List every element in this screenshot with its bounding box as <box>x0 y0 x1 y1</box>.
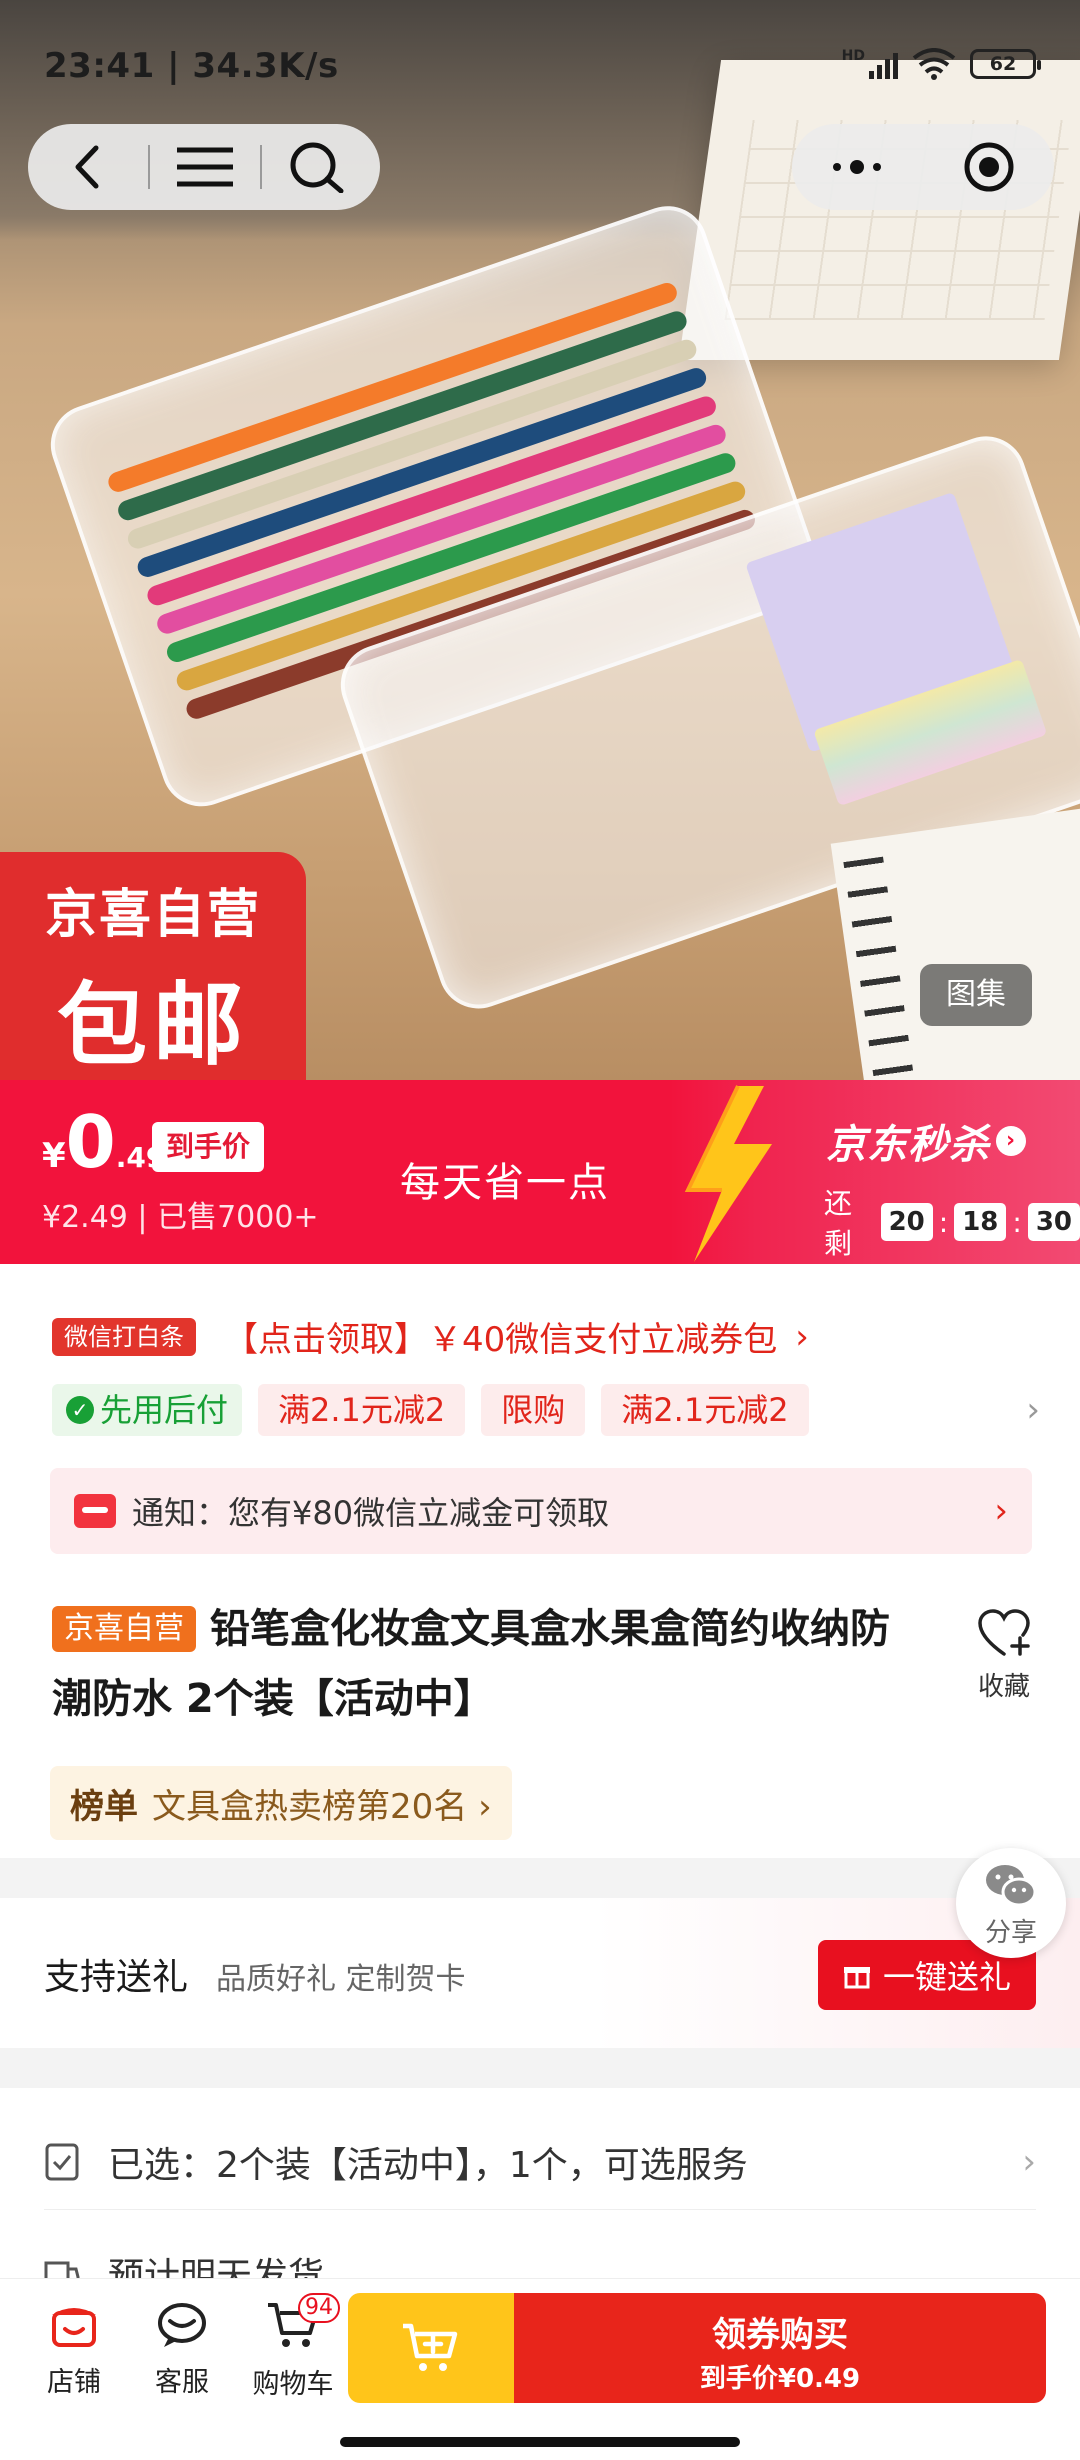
notice-bar[interactable]: 通知：您有¥80微信立减金可领取 › <box>50 1468 1032 1554</box>
nav-pill-left <box>28 124 380 210</box>
back-button[interactable] <box>28 124 148 210</box>
add-cart-icon <box>403 2323 458 2371</box>
signal-icon <box>869 49 898 79</box>
tab-shop-label: 店铺 <box>47 2367 101 2398</box>
favorite-label: 收藏 <box>977 1672 1030 1702</box>
product-info-card: 微信打白条 【点击领取】￥40微信支付立减券包 › ✓ 先用后付 满2.1元减2… <box>0 1264 1080 1858</box>
countdown-minutes: 18 <box>954 1203 1007 1241</box>
buy-now-button[interactable]: 领券购买 到手价¥0.49 <box>514 2293 1046 2403</box>
target-icon <box>964 142 1014 192</box>
tab-cart-label: 购物车 <box>252 2369 334 2400</box>
selected-spec-text: 已选：2个装【活动中】，1个，可选服务 <box>108 2144 748 2186</box>
hero-badge-line1: 京喜自营 <box>44 885 261 945</box>
chevron-right-icon: › <box>1022 2141 1036 2182</box>
gift-subtitle: 品质好礼 定制贺卡 <box>216 1962 466 1997</box>
spec-icon <box>45 2143 79 2180</box>
buy-subtitle: 到手价¥0.49 <box>699 2364 861 2394</box>
countdown-seconds: 30 <box>1027 1203 1080 1241</box>
heart-icon <box>978 1609 1030 1656</box>
purchase-buttons: 领券购买 到手价¥0.49 <box>348 2293 1046 2403</box>
add-to-cart-button[interactable] <box>348 2293 514 2403</box>
more-button[interactable] <box>792 124 922 210</box>
sale-price: ¥ 0 .49 <box>42 1100 166 1184</box>
flash-sale-banner[interactable]: ¥ 0 .49 到手价 ¥2.49 | 已售7000+ 每天省一点 京东秒杀 ›… <box>0 1080 1080 1264</box>
seckill-title[interactable]: 京东秒杀 › <box>826 1112 1026 1170</box>
coupon-text: 【点击领取】￥40微信支付立减券包 <box>224 1320 778 1360</box>
battery-icon: 62 <box>970 49 1041 79</box>
notice-text: 通知：您有¥80微信立减金可领取 <box>132 1494 610 1532</box>
countdown-hours: 20 <box>880 1203 933 1241</box>
search-button[interactable] <box>262 124 372 210</box>
tab-shop[interactable]: 店铺 <box>24 2301 124 2399</box>
hero-brand-badge: 京喜自营 包邮 <box>0 852 306 1082</box>
hero-badge-line2: 包邮 <box>57 973 249 1078</box>
close-miniapp-button[interactable] <box>924 124 1054 210</box>
product-page: 京喜自营 包邮 图集 23:41 | 34.3K/s HD 62 ¥ 0 .49… <box>0 0 1080 2460</box>
promo-chips[interactable]: ✓ 先用后付 满2.1元减2 限购 满2.1元减2 › <box>52 1384 1040 1436</box>
search-icon <box>290 142 344 193</box>
selected-spec-row[interactable]: 已选：2个装【活动中】，1个，可选服务 › <box>44 2114 1036 2210</box>
product-title: 京喜自营 铅笔盒化妆盒文具盒水果盒简约收纳防潮防水 2个装【活动中】 <box>52 1594 892 1734</box>
ranking-badge[interactable]: 榜单 文具盒热卖榜第20名 › <box>50 1766 512 1840</box>
chevron-right-icon: › <box>994 1491 1008 1531</box>
status-bar: 23:41 | 34.3K/s HD 62 <box>0 0 1080 135</box>
gallery-button[interactable]: 图集 <box>920 964 1032 1026</box>
share-label: 分享 <box>984 1918 1037 1948</box>
favorite-button[interactable]: 收藏 <box>964 1608 1044 1703</box>
tab-customer-service[interactable]: 客服 <box>132 2301 232 2399</box>
buy-title: 领券购买 <box>712 2315 848 2355</box>
chip-pay-later[interactable]: ✓ 先用后付 <box>52 1384 243 1436</box>
sale-slogan: 每天省一点 <box>400 1160 610 1206</box>
chevron-right-icon: › <box>996 1126 1026 1156</box>
wifi-icon <box>912 48 956 80</box>
hero-notebook-decor <box>830 799 1080 1082</box>
back-icon <box>75 145 99 189</box>
coupon-row[interactable]: 微信打白条 【点击领取】￥40微信支付立减券包 › <box>52 1312 809 1361</box>
customer-service-icon <box>158 2303 206 2347</box>
tab-customer-service-label: 客服 <box>155 2367 209 2398</box>
chip-discount[interactable]: 满2.1元减2 <box>258 1384 466 1436</box>
self-operated-badge: 京喜自营 <box>52 1606 196 1652</box>
chevron-right-icon[interactable]: › <box>1026 1390 1040 1430</box>
nav-pill-right <box>792 124 1054 210</box>
hd-label: HD <box>841 48 865 64</box>
status-icons: HD 62 <box>841 48 1041 80</box>
chip-limit[interactable]: 限购 <box>481 1384 586 1436</box>
wallet-icon <box>74 1494 116 1528</box>
bottom-action-bar: 店铺 客服 94 购物车 领券购买 到手价¥0.49 <box>0 2278 1080 2460</box>
lightning-icon <box>684 1085 772 1262</box>
gift-row: 支持送礼 品质好礼 定制贺卡 一键送礼 <box>0 1898 1080 2048</box>
home-indicator[interactable] <box>340 2437 740 2447</box>
shop-icon <box>52 2308 96 2347</box>
menu-icon <box>177 147 233 187</box>
ranking-text: 文具盒热卖榜第20名 › <box>152 1786 492 1827</box>
chevron-right-icon: › <box>795 1316 809 1357</box>
share-button[interactable]: 分享 <box>956 1848 1066 1958</box>
ranking-label: 榜单 <box>70 1786 138 1827</box>
cart-count-badge: 94 <box>298 2293 340 2323</box>
menu-button[interactable] <box>150 124 260 210</box>
status-time: 23:41 | 34.3K/s <box>44 46 339 86</box>
wechat-icon <box>986 1865 1037 1907</box>
pay-later-icon: ✓ <box>66 1396 94 1424</box>
more-icon <box>833 160 881 174</box>
tab-cart[interactable]: 94 购物车 <box>238 2293 348 2401</box>
original-price-sold: ¥2.49 | 已售7000+ <box>42 1200 319 1235</box>
price-tag: 到手价 <box>152 1122 265 1172</box>
countdown: 还剩 20 : 18 : 30 <box>824 1182 1080 1262</box>
gift-icon <box>843 1967 870 1989</box>
gift-title: 支持送礼 <box>44 1957 189 1998</box>
chip-discount[interactable]: 满2.1元减2 <box>601 1384 809 1436</box>
coupon-badge: 微信打白条 <box>52 1317 196 1356</box>
